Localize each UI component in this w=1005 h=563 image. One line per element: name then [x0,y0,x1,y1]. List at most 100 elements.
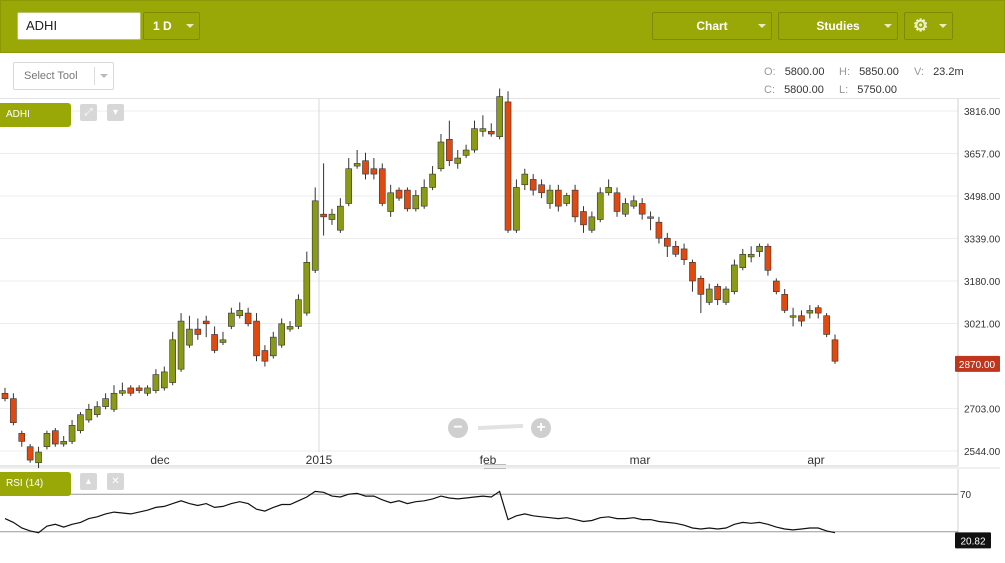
candle-body [52,430,59,445]
candle-body [186,328,193,346]
candle-body [119,390,126,394]
candle-body [43,433,51,448]
arrow-down-icon[interactable]: ▾ [107,104,124,121]
y-tick-label: 2703.00 [964,405,1001,416]
y-tick-label: 2544.00 [964,447,1001,458]
candle-body [320,213,327,218]
candle-body [680,248,688,260]
candle-body [370,168,378,175]
candle-body [253,320,260,357]
candle-body [85,409,93,421]
candle-body [806,310,814,314]
zoom-out-button[interactable]: − [448,418,468,438]
candle-body [538,184,545,194]
candle-body [739,253,747,268]
x-tick-label: mar [630,453,651,467]
candle-body [378,168,386,204]
candle-body [487,131,495,135]
candle-body [362,160,369,175]
candle-body [529,179,537,191]
candle-body [202,320,210,325]
candle-body [26,446,34,461]
candle-body [127,387,135,394]
panel-resize-handle[interactable] [484,464,506,469]
candle-body [228,312,235,327]
candle-body [773,280,780,292]
rsi-tick-label: 70 [960,490,972,501]
candle-body [219,339,227,343]
candle-body [513,187,520,231]
candle-body [571,189,579,218]
x-tick-label: dec [150,453,169,467]
candle-body [664,237,671,247]
candle-body [35,451,42,464]
zoom-in-button[interactable]: + [531,418,551,438]
candle-body [93,406,101,415]
candle-body [496,96,503,137]
candle-body [211,334,218,351]
candle-body [672,245,680,255]
candle-body [345,168,353,204]
candle-body [261,350,269,362]
candle-body [521,173,529,186]
candle-body [152,374,160,391]
candle-body [647,216,654,219]
y-tick-label: 3816.00 [964,107,1001,118]
candle-body [471,128,478,151]
y-tick-label: 3180.00 [964,277,1001,288]
candle-body [563,195,571,204]
candle-body [789,315,797,318]
candle-body [462,149,470,156]
candle-body [244,312,252,325]
candle-body [605,187,612,194]
candle-body [429,173,436,188]
candle-body [337,205,344,231]
candle-body [630,200,638,207]
candle-body [504,101,512,231]
candle-body [764,245,772,271]
candle-body [588,216,596,231]
candle-body [1,392,9,399]
candle-body [60,441,67,445]
candle-body [412,195,420,210]
candle-body [269,336,277,357]
candle-body [169,339,176,383]
y-tick-label: 3498.00 [964,192,1001,203]
arrow-up-icon[interactable]: ▴ [80,473,97,490]
candle-body [437,141,445,170]
candle-body [135,387,143,391]
expand-icon[interactable]: ⤢ [80,104,97,121]
candle-body [77,414,84,431]
candle-body [798,315,805,322]
candle-body [613,192,621,212]
candle-body [194,328,202,335]
y-tick-label: 3657.00 [964,150,1001,161]
candle-body [756,245,763,252]
candle-body [420,187,428,207]
candle-body [638,203,646,215]
candle-body [689,261,696,282]
candle-body [144,387,151,394]
candle-body [295,299,302,327]
main-panel-label: ADHI [0,103,71,127]
candle-body [622,203,629,215]
last-price-label: 2870.00 [959,360,996,371]
candle-body [714,286,721,301]
candle-body [311,200,319,271]
rsi-line [4,490,836,534]
candle-body [102,398,109,407]
candle-body [278,323,285,346]
candle-body [328,213,336,220]
rsi-panel-label: RSI (14) [0,472,71,496]
candle-body [731,264,738,292]
candle-body [722,288,730,303]
candle-body [177,320,185,370]
candle-body [236,310,244,317]
candle-body [353,163,361,167]
candle-body [286,326,294,330]
candle-body [404,189,411,210]
price-chart[interactable]: 3816.00 3657.00 3498.00 3339.00 3180.00 3021.… [0,0,1005,563]
candle-body [580,211,587,226]
candle-body [546,189,554,204]
close-icon[interactable]: ✕ [107,473,124,490]
